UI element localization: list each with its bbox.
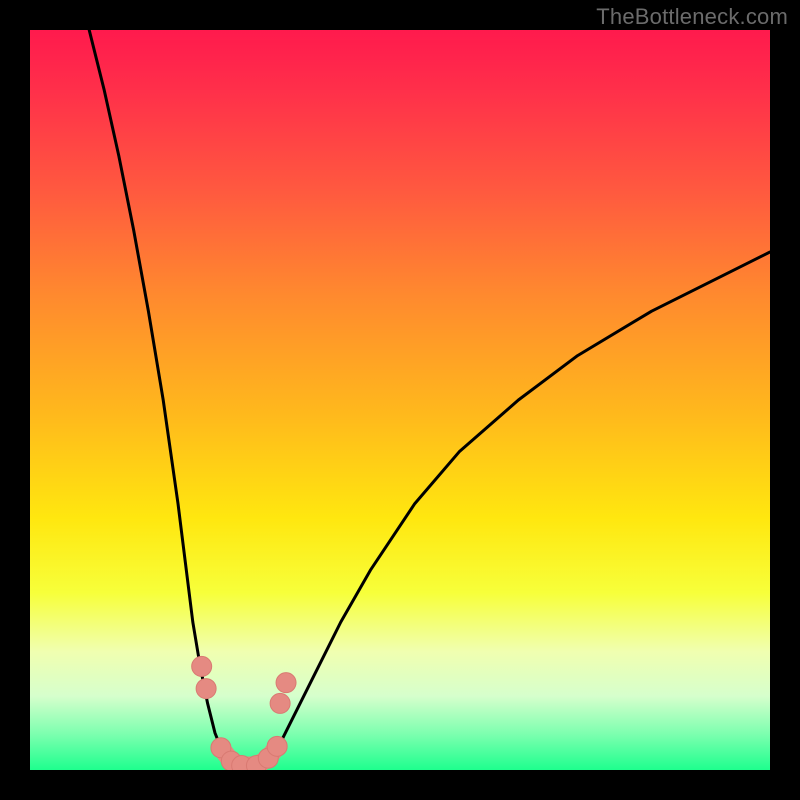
marker-dot [192, 656, 212, 676]
curve-path [267, 252, 770, 766]
marker-dot [196, 679, 216, 699]
marker-dot [270, 693, 290, 713]
chart-frame: TheBottleneck.com [0, 0, 800, 800]
watermark-text: TheBottleneck.com [596, 4, 788, 30]
plot-area [30, 30, 770, 770]
curve-path [89, 30, 237, 766]
marker-group [192, 656, 296, 770]
chart-svg [30, 30, 770, 770]
marker-dot [267, 736, 287, 756]
marker-dot [276, 673, 296, 693]
